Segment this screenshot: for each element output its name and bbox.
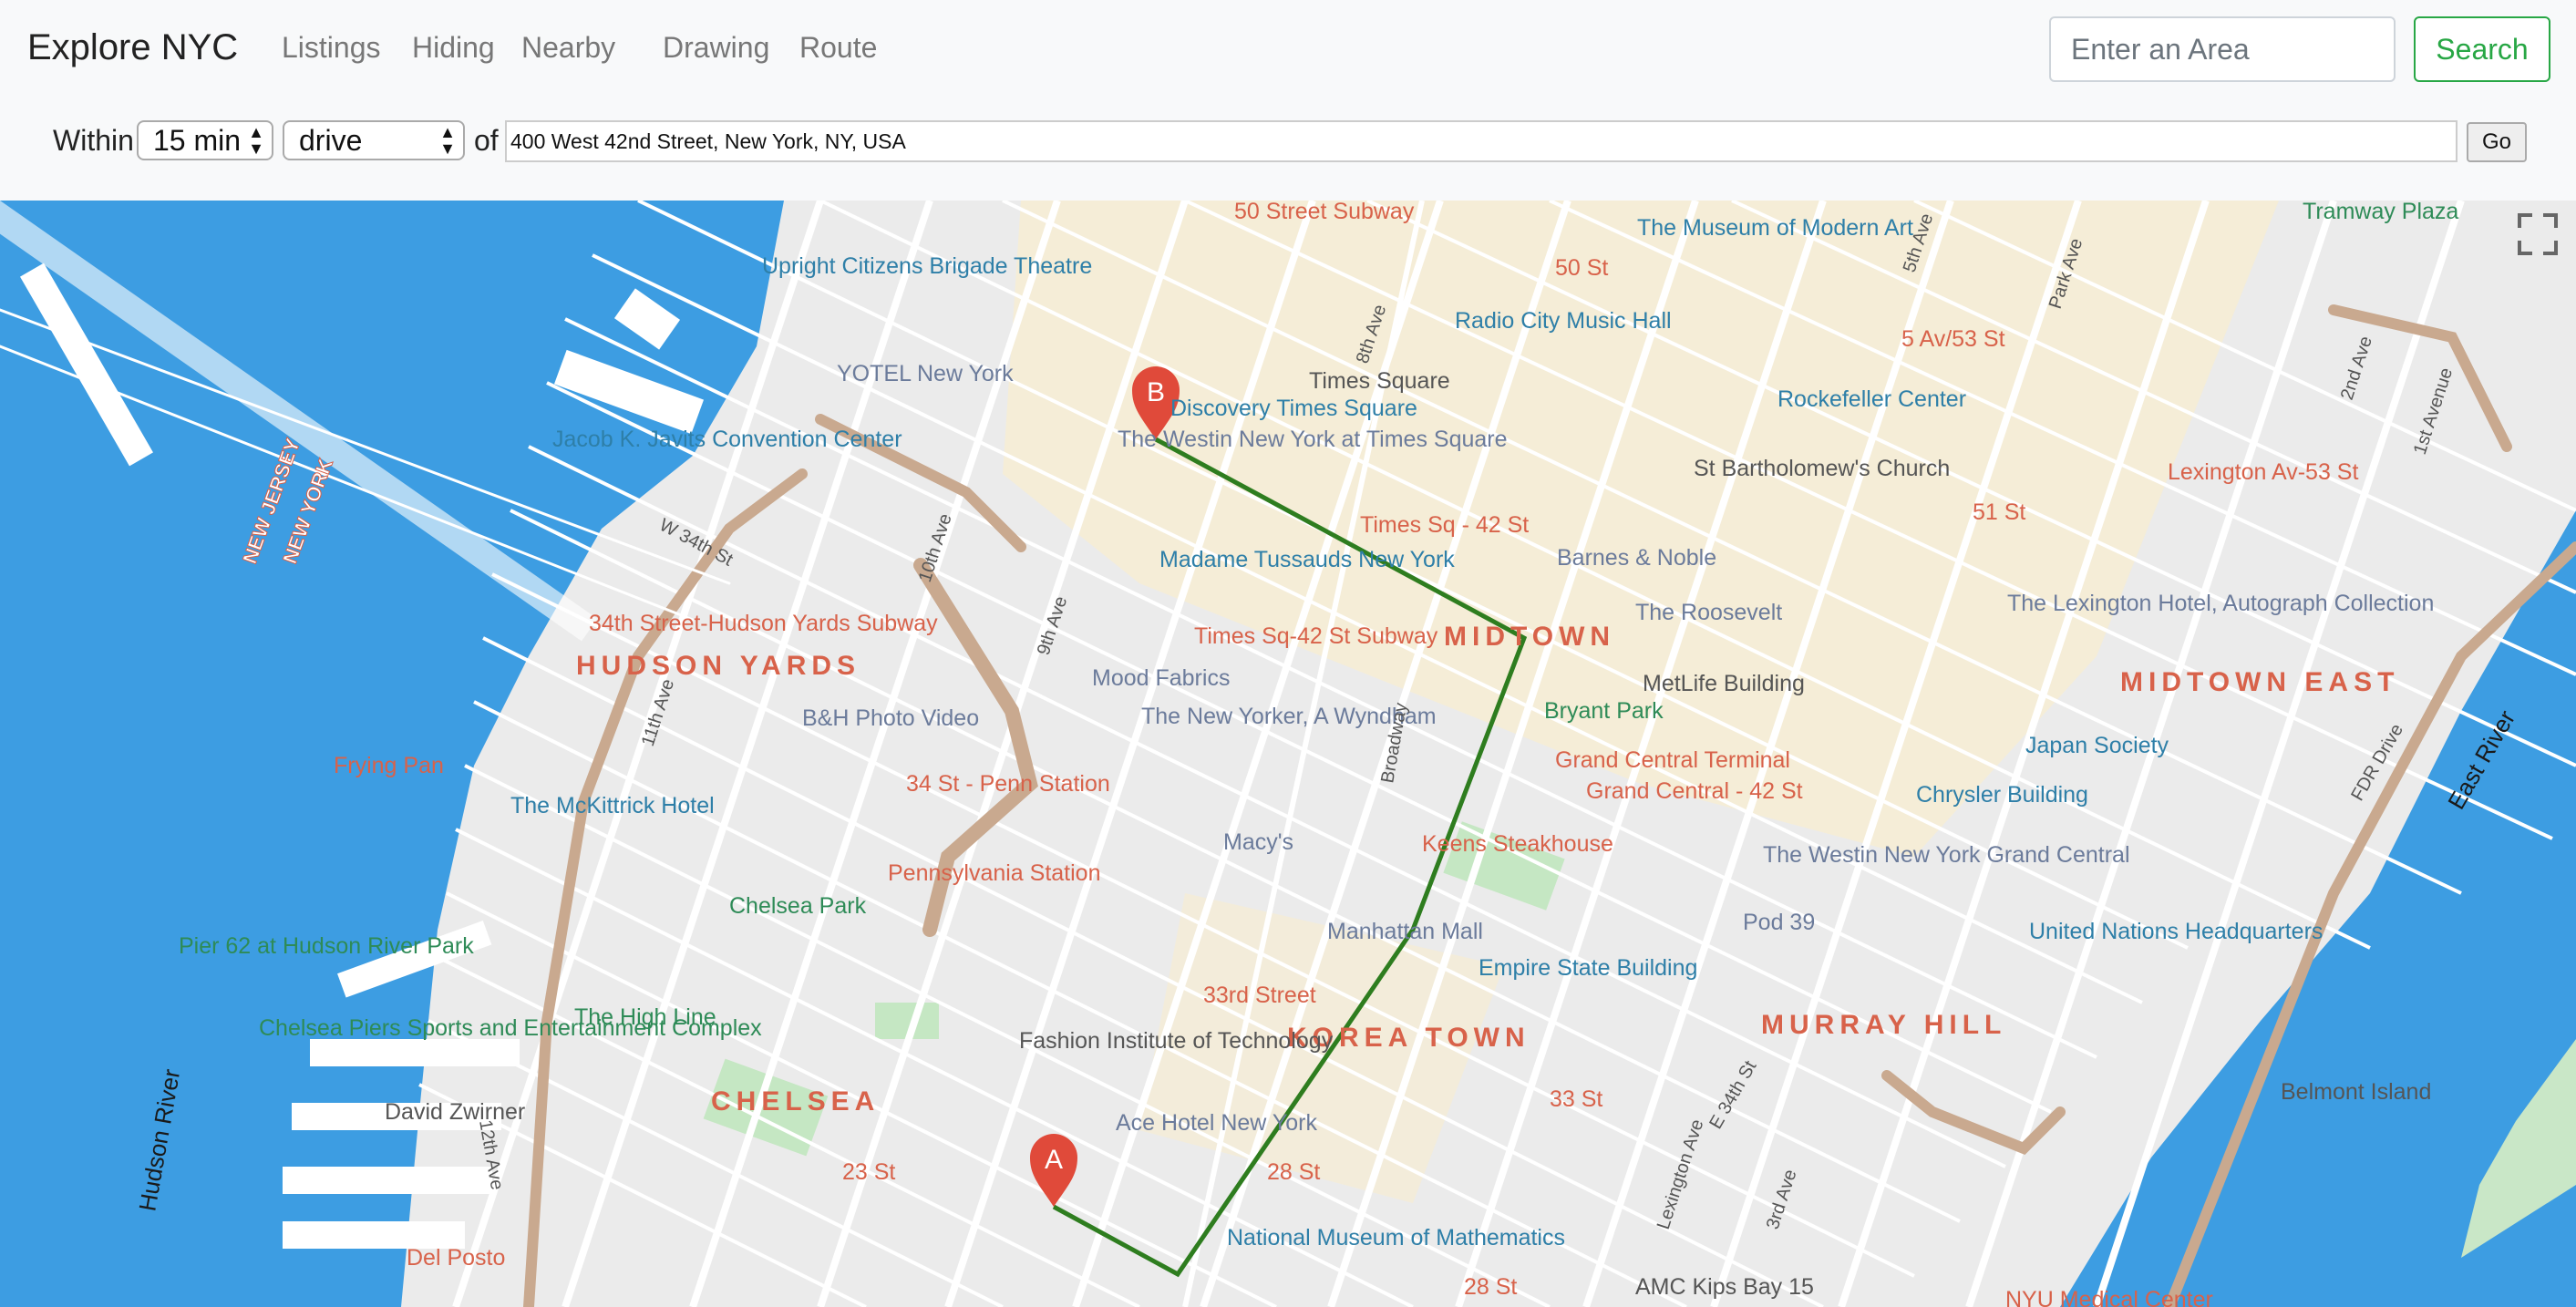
place-label: B&H Photo Video <box>802 705 979 731</box>
transit-label: 51 St <box>1973 499 2025 525</box>
navbar: Explore NYC Listings Hiding Nearby Drawi… <box>0 0 2576 98</box>
place-label: Madame Tussauds New York <box>1159 547 1455 572</box>
place-label: Manhattan Mall <box>1327 919 1483 944</box>
neighborhood-label: MURRAY HILL <box>1761 1010 2006 1040</box>
transit-label: 33 St <box>1550 1086 1602 1112</box>
place-label: YOTEL New York <box>837 361 1014 386</box>
nav-drawing[interactable]: Drawing <box>663 31 769 65</box>
transit-label: 34 St - Penn Station <box>906 771 1110 797</box>
map-view[interactable]: A B HUDSON YARDS MIDTOWN MIDTOWN EAST CH… <box>0 201 2576 1307</box>
select-arrows-icon: ▲ ▼ <box>248 123 264 158</box>
transit-label: 34th Street-Hudson Yards Subway <box>589 611 938 636</box>
transit-label: 5 Av/53 St <box>1901 326 2005 352</box>
transit-label: 28 St <box>1464 1274 1517 1300</box>
place-label: Japan Society <box>2025 733 2169 758</box>
place-label: Fashion Institute of Technology <box>1019 1028 1334 1054</box>
transit-label: Lexington Av-53 St <box>2168 459 2358 485</box>
place-label: AMC Kips Bay 15 <box>1635 1274 1814 1300</box>
place-label: Barnes & Noble <box>1557 545 1716 571</box>
mode-select-value: drive <box>299 124 363 157</box>
place-label: Pod 39 <box>1743 910 1815 935</box>
place-label: Empire State Building <box>1479 955 1697 981</box>
place-label: Bryant Park <box>1544 698 1664 724</box>
nav-route[interactable]: Route <box>799 31 877 65</box>
place-label: Discovery Times Square <box>1170 396 1417 421</box>
transit-label: Pennsylvania Station <box>888 860 1100 886</box>
isochrone-form: Within 15 min ▲ ▼ drive ▲ ▼ of 400 West 42… <box>0 98 2576 201</box>
map-canvas[interactable]: A B HUDSON YARDS MIDTOWN MIDTOWN EAST CH… <box>0 201 2576 1307</box>
place-label: St Bartholomew's Church <box>1694 456 1950 481</box>
place-label: Ace Hotel New York <box>1116 1110 1317 1136</box>
nav-nearby[interactable]: Nearby <box>521 31 615 65</box>
nav-listings[interactable]: Listings <box>282 31 381 65</box>
marker-b-label: B <box>1147 377 1165 407</box>
transit-label: Grand Central Terminal <box>1555 747 1790 773</box>
transit-label: 50 St <box>1555 255 1608 281</box>
place-label: The Lexington Hotel, Autograph Collectio… <box>2007 591 2434 616</box>
place-label: Chrysler Building <box>1916 782 2088 808</box>
place-label: Mood Fabrics <box>1092 665 1230 691</box>
transit-label: Keens Steakhouse <box>1422 831 1613 857</box>
place-label: Macy's <box>1223 829 1293 855</box>
time-select-value: 15 min <box>153 124 242 157</box>
within-label: Within <box>53 124 134 157</box>
transit-label: 50 Street Subway <box>1234 201 1415 224</box>
place-label: Pier 62 at Hudson River Park <box>179 933 474 959</box>
mode-select[interactable]: drive ▲ ▼ <box>283 120 465 160</box>
place-label: The Westin New York Grand Central <box>1763 842 2130 868</box>
neighborhood-label: MIDTOWN <box>1444 622 1615 652</box>
select-arrows-icon: ▲ ▼ <box>439 123 456 158</box>
transit-label: 33rd Street <box>1203 983 1316 1008</box>
go-button[interactable]: Go <box>2467 122 2527 162</box>
marker-a-label: A <box>1045 1145 1063 1175</box>
place-label: Rockefeller Center <box>1777 386 1966 412</box>
place-label: National Museum of Mathematics <box>1227 1225 1565 1250</box>
place-label: Radio City Music Hall <box>1455 308 1672 334</box>
brand-title[interactable]: Explore NYC <box>27 27 238 68</box>
transit-label: Times Sq - 42 St <box>1360 512 1529 538</box>
transit-label: Grand Central - 42 St <box>1586 778 1803 804</box>
place-label: MetLife Building <box>1643 671 1805 696</box>
place-label: Times Square <box>1309 368 1450 394</box>
area-search-input[interactable] <box>2049 16 2396 82</box>
nav-hiding[interactable]: Hiding <box>412 31 495 65</box>
place-label: The McKittrick Hotel <box>510 793 715 818</box>
place-label: Chelsea Park <box>729 893 867 919</box>
place-label: United Nations Headquarters <box>2029 919 2323 944</box>
address-input[interactable]: 400 West 42nd Street, New York, NY, USA <box>505 120 2458 162</box>
place-label: The Museum of Modern Art <box>1637 215 1913 241</box>
transit-label: 23 St <box>842 1159 895 1185</box>
transit-label: 28 St <box>1267 1159 1320 1185</box>
place-label: Jacob K. Javits Convention Center <box>552 427 902 452</box>
place-label: Tramway Plaza <box>2303 201 2458 224</box>
transit-label: Times Sq-42 St Subway <box>1194 623 1438 649</box>
place-label: Belmont Island <box>2281 1079 2431 1105</box>
place-label: Upright Citizens Brigade Theatre <box>762 253 1092 279</box>
transit-label: Frying Pan <box>334 753 444 778</box>
place-label: The High Line <box>574 1004 716 1030</box>
of-label: of <box>474 124 499 157</box>
transit-label: Del Posto <box>407 1245 505 1271</box>
neighborhood-label: CHELSEA <box>711 1086 880 1117</box>
neighborhood-label: HUDSON YARDS <box>576 651 860 681</box>
neighborhood-label: MIDTOWN EAST <box>2120 667 2399 697</box>
place-label: David Zwirner <box>385 1099 525 1125</box>
time-select[interactable]: 15 min ▲ ▼ <box>137 120 273 160</box>
search-button[interactable]: Search <box>2414 16 2550 82</box>
place-label: The Roosevelt <box>1635 600 1782 625</box>
place-label: The Westin New York at Times Square <box>1118 427 1508 452</box>
transit-label: NYU Medical Center <box>2005 1287 2213 1307</box>
